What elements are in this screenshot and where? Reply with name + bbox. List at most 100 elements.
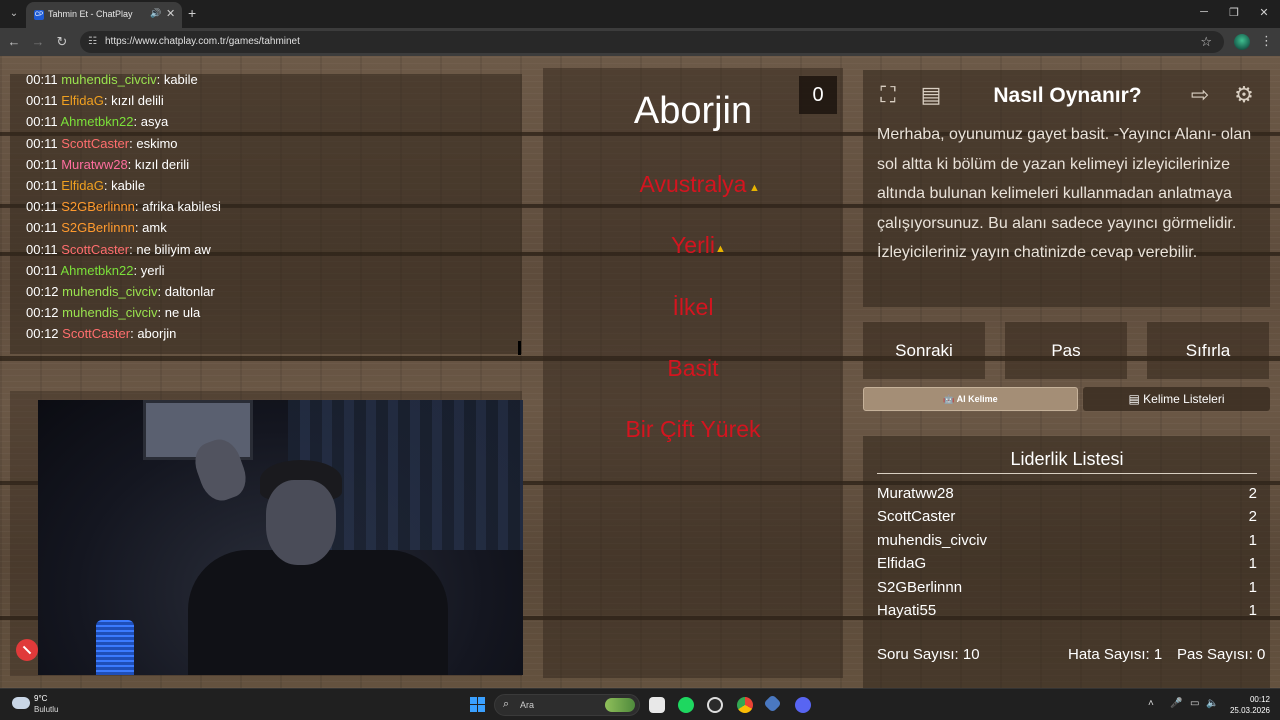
chat-username[interactable]: ScottCaster [61, 242, 129, 257]
fullscreen-icon[interactable]: ⛶ [873, 80, 903, 110]
chat-text: amk [142, 220, 167, 236]
task-view-icon[interactable] [649, 697, 665, 713]
main-word: Aborjin [633, 90, 753, 132]
volume-icon[interactable]: 🔈 [1206, 698, 1218, 709]
window-close-icon[interactable]: ✕ [1254, 6, 1274, 19]
chat-username[interactable]: muhendis_civciv [62, 284, 157, 299]
leaderboard-score: 1 [1248, 579, 1257, 596]
settings-app-icon[interactable] [763, 694, 782, 713]
search-highlight-image [605, 698, 635, 712]
taskbar-clock[interactable]: 00:12 25.03.2026 [1226, 694, 1270, 716]
chat-panel[interactable]: 00:11 muhendis_civciv: kabile 00:11 Elfid… [10, 74, 522, 354]
address-bar[interactable]: ☷ https://www.chatplay.com.tr/games/tahm… [80, 31, 1224, 53]
reload-icon[interactable]: ↻ [54, 34, 70, 50]
discord-icon[interactable] [795, 697, 811, 713]
taboo-word: İlkel [672, 294, 714, 320]
chat-text: ne ula [164, 305, 201, 321]
chat-message: 00:11 ScottCaster: ne biliyim aw [26, 241, 211, 257]
reset-button[interactable]: Sıfırla [1147, 322, 1269, 379]
exit-icon[interactable]: ⇨ [1185, 80, 1215, 110]
chat-text: daltonlar [164, 284, 215, 299]
chat-message: 00:12 muhendis_civciv: daltonlar [26, 284, 215, 299]
bookmark-star-icon[interactable]: ☆ [1200, 34, 1212, 50]
recording-off-icon[interactable] [16, 639, 38, 661]
search-icon: ⌕ [503, 698, 510, 710]
chat-text: kızıl derili [134, 156, 190, 172]
browser-tab[interactable]: CP Tahmin Et - ChatPlay 🔊 ✕ [26, 2, 182, 28]
audio-icon[interactable]: 🔊 [150, 8, 161, 19]
leaderboard-name: ElfidaG [877, 555, 927, 572]
new-tab-icon[interactable]: + [188, 5, 196, 21]
chat-time: 00:11 [26, 74, 58, 87]
clock-date: 25.03.2026 [1229, 706, 1270, 715]
chat-message: 00:11 ElfidaG: kabile [26, 178, 146, 193]
back-icon[interactable]: ← [6, 34, 22, 49]
taskbar-search[interactable]: ⌕ Ara [494, 694, 640, 716]
ai-word-button[interactable]: 🤖 AI Kelime [863, 387, 1078, 411]
chat-scrollbar[interactable] [518, 341, 521, 355]
forward-icon[interactable]: → [30, 34, 46, 49]
list-icon: ▤ [1128, 392, 1144, 406]
restore-icon[interactable]: ❐ [1224, 6, 1244, 19]
leaderboard-score: 2 [1248, 485, 1257, 502]
notes-icon[interactable]: ▤ [916, 80, 946, 110]
weather-temperature: 9°C [34, 694, 48, 703]
close-tab-icon[interactable]: ✕ [166, 7, 175, 20]
chat-time: 00:11 [26, 199, 58, 215]
taboo-word: Avustralya [639, 171, 747, 197]
webcam-speaker [96, 620, 134, 675]
chat-username[interactable]: muhendis_civciv [61, 74, 156, 87]
chat-username[interactable]: S2GBerlinnn [61, 220, 135, 235]
word-lists-label: Kelime Listeleri [1143, 392, 1225, 406]
cloud-icon[interactable] [12, 697, 30, 709]
minimize-icon[interactable]: ─ [1194, 6, 1214, 18]
tab-search-icon[interactable]: ⌄ [6, 6, 22, 22]
taboo-word: Bir Çift Yürek [625, 416, 761, 442]
network-icon[interactable]: ▭ [1190, 698, 1199, 709]
chat-time: 00:12 [26, 305, 59, 321]
settings-gear-icon[interactable]: ⚙ [1229, 80, 1259, 110]
taboo-word: Basit [667, 355, 719, 381]
game-page: 00:11 muhendis_civciv: kabile 00:11 Elfid… [0, 56, 1280, 688]
tray-chevron-icon[interactable]: ˄ [1148, 698, 1154, 709]
chat-message: 00:11 muhendis_civciv: kabile [26, 74, 198, 87]
chat-message: 00:11 Ahmetbkn22: asya [26, 114, 169, 130]
chat-text: aborjin [137, 326, 177, 342]
chat-username[interactable]: Ahmetbkn22 [60, 263, 133, 278]
chat-username[interactable]: muhendis_civciv [62, 305, 157, 320]
pass-button[interactable]: Pas [1005, 322, 1127, 379]
browser-menu-icon[interactable]: ⋮ [1260, 33, 1273, 49]
leaderboard-name: S2GBerlinnn [877, 579, 963, 596]
chat-text: eskimo [136, 135, 178, 151]
start-windows-icon[interactable] [470, 697, 485, 712]
leaderboard-score: 1 [1248, 602, 1257, 619]
webcam-person-head [266, 480, 336, 565]
leaderboard-score: 2 [1248, 508, 1257, 525]
word-lists-button[interactable]: ▤ Kelime Listeleri [1083, 387, 1270, 411]
robot-icon: 🤖 [943, 394, 957, 404]
microphone-icon[interactable]: 🎤 [1170, 698, 1182, 709]
chat-time: 00:11 [26, 93, 58, 109]
next-button[interactable]: Sonraki [863, 322, 985, 379]
chat-username[interactable]: ElfidaG [61, 93, 104, 108]
chat-username[interactable]: S2GBerlinnn [61, 199, 135, 214]
chat-username[interactable]: ElfidaG [61, 178, 104, 193]
leaderboard-divider [877, 473, 1257, 474]
chat-username[interactable]: ScottCaster [61, 136, 129, 151]
chat-username[interactable]: ScottCaster [62, 326, 130, 341]
chrome-icon[interactable] [737, 697, 753, 713]
chat-username[interactable]: Muratww28 [61, 157, 127, 172]
favicon-icon: CP [34, 10, 44, 20]
profile-avatar[interactable] [1234, 34, 1250, 50]
chat-time: 00:11 [26, 135, 58, 151]
chat-time: 00:11 [26, 114, 58, 130]
taskbar: 9°C Bulutlu ⌕ Ara ˄ 🎤 ▭ 🔈 00:12 25.03.20… [0, 688, 1280, 720]
app-icon[interactable] [707, 697, 723, 713]
spotify-icon[interactable] [678, 697, 694, 713]
tab-strip: ⌄ CP Tahmin Et - ChatPlay 🔊 ✕ + ─ ❐ ✕ [0, 0, 1280, 28]
chat-username[interactable]: Ahmetbkn22 [60, 114, 133, 129]
site-info-icon[interactable]: ☷ [88, 36, 100, 48]
chat-message: 00:11 S2GBerlinnn: amk [26, 220, 167, 236]
leaderboard-title: Liderlik Listesi [1010, 449, 1124, 469]
chat-text: kabile [163, 74, 198, 87]
